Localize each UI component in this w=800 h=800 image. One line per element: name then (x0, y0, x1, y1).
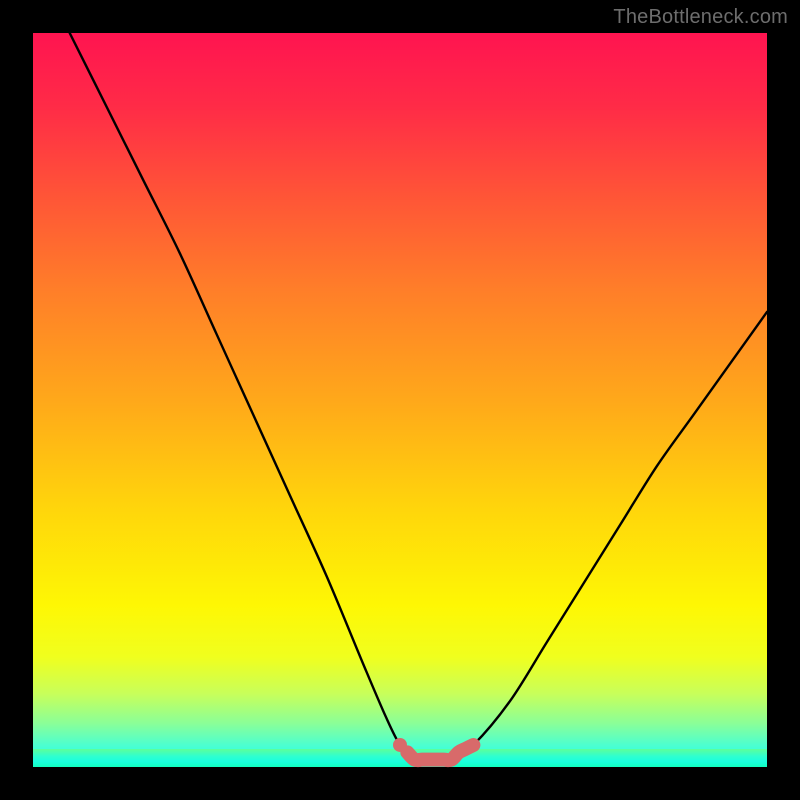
bottleneck-curve (33, 33, 767, 767)
watermark-text: TheBottleneck.com (613, 6, 788, 29)
optimal-range-markers (407, 745, 473, 760)
chart-frame: TheBottleneck.com (0, 0, 800, 800)
plot-area (33, 33, 767, 767)
curve-line (70, 33, 767, 761)
optimal-start-dot (393, 738, 407, 752)
